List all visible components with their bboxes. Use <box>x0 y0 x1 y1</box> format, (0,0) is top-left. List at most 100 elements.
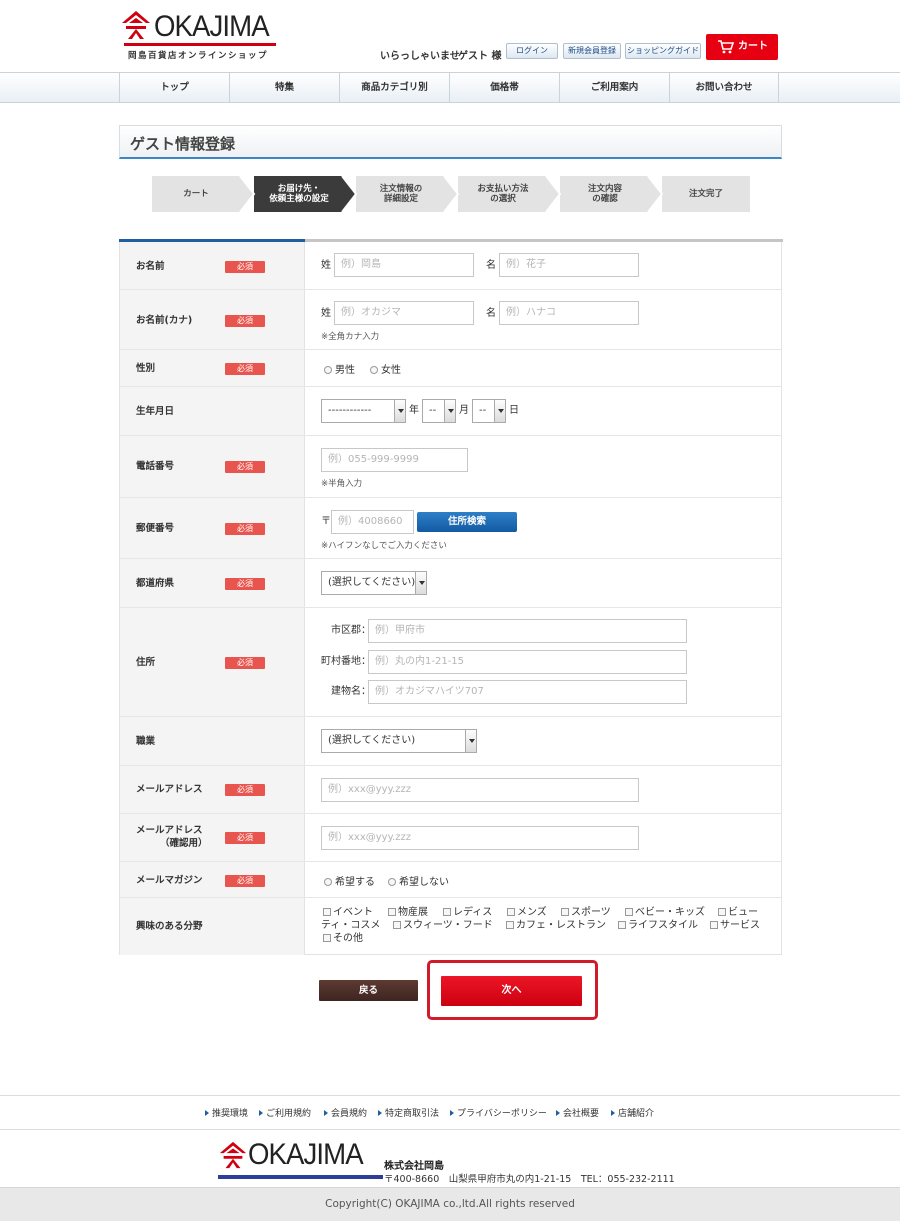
zip-input[interactable]: 例）4008660 <box>331 510 414 534</box>
checkbox-label: イベント <box>333 907 373 918</box>
register-button[interactable]: 新規会員登録 <box>563 43 621 59</box>
required-badge: 必須 <box>225 657 265 669</box>
footer-logo-text: OKAJIMA <box>248 1138 364 1171</box>
mei-label: 名 <box>486 260 496 271</box>
last-name-input[interactable]: 例）岡島 <box>334 253 474 277</box>
footer-link-environment[interactable]: 推奨環境 <box>205 1106 248 1119</box>
step-delivery: お届け先・ 依頼主様の設定 <box>254 176 344 212</box>
label-prefecture: 都道府県 <box>136 578 175 589</box>
kana-note: ※全角カナ入力 <box>321 332 380 342</box>
label-email-confirm-sub: （確認用） <box>160 838 208 849</box>
footer-link-terms[interactable]: ご利用規約 <box>259 1106 311 1119</box>
next-button[interactable]: 次へ <box>441 976 582 1006</box>
prefecture-select[interactable]: (選択してください) <box>321 571 427 595</box>
row-address: 住所 必須 市区郡： 例）甲府市 町村番地： 例）丸の内1-21-15 建物名：… <box>120 608 781 717</box>
interest-ladies-checkbox[interactable]: レディス <box>443 906 492 919</box>
link-label: 推奨環境 <box>212 1109 249 1119</box>
footer-link-stores[interactable]: 店舗紹介 <box>611 1106 654 1119</box>
select-value: -- <box>479 405 487 416</box>
nav-item-guide[interactable]: ご利用案内 <box>559 73 669 102</box>
chevron-down-icon <box>494 400 505 422</box>
town-input[interactable]: 例）丸の内1-21-15 <box>368 650 687 674</box>
checkbox-icon <box>388 908 396 916</box>
magazine-no-radio[interactable]: 希望しない <box>388 873 449 888</box>
email-confirm-input[interactable]: 例）xxx@yyy.zzz <box>321 826 639 850</box>
row-gender: 性別 必須 男性 女性 <box>120 350 781 387</box>
radio-icon <box>388 878 396 886</box>
interest-mens-checkbox[interactable]: メンズ <box>507 906 547 919</box>
gender-female-radio[interactable]: 女性 <box>370 361 401 376</box>
nav-item-categories[interactable]: 商品カテゴリ別 <box>339 73 449 102</box>
nav-item-contact[interactable]: お問い合わせ <box>669 73 779 102</box>
interest-event-checkbox[interactable]: イベント <box>323 906 373 919</box>
checkbox-icon <box>561 908 569 916</box>
page-title: ゲスト情報登録 <box>130 135 236 153</box>
nav-item-features[interactable]: 特集 <box>229 73 339 102</box>
select-value: (選択してください) <box>328 577 416 588</box>
required-badge: 必須 <box>225 784 265 796</box>
job-select[interactable]: (選択してください) <box>321 729 477 753</box>
nav-item-top[interactable]: トップ <box>119 73 229 102</box>
checkout-steps: カート お届け先・ 依頼主様の設定 注文情報の 詳細設定 お支払い方法 の選択 … <box>152 176 752 212</box>
checkbox-icon <box>323 908 331 916</box>
site-logo[interactable]: OKAJIMA 岡島百貨店オンラインショップ <box>120 10 280 61</box>
interest-bussan-checkbox[interactable]: 物産展 <box>388 906 428 919</box>
interest-sports-checkbox[interactable]: スポーツ <box>561 906 611 919</box>
checkbox-label: 物産展 <box>398 907 428 918</box>
guest-info-form: お名前 必須 姓 例）岡島 名 例）花子 お名前(カナ) 必須 姓 例）オカジマ… <box>119 239 783 955</box>
footer-link-tokutei[interactable]: 特定商取引法 <box>378 1106 439 1119</box>
label-email-confirm: メールアドレス <box>136 824 203 837</box>
okajima-logo-mark-icon <box>122 11 150 39</box>
address-search-button[interactable]: 住所検索 <box>417 512 517 532</box>
radio-label: 男性 <box>335 365 355 376</box>
building-input[interactable]: 例）オカジマハイツ707 <box>368 680 687 704</box>
row-birth: 生年月日 ------------ 年 -- 月 -- 日 <box>120 387 781 436</box>
interest-baby-kids-checkbox[interactable]: ベビー・キッズ <box>625 906 705 919</box>
gender-male-radio[interactable]: 男性 <box>324 361 355 376</box>
interest-other-checkbox[interactable]: その他 <box>323 932 363 945</box>
interest-cafe-checkbox[interactable]: カフェ・レストラン <box>506 919 606 932</box>
first-name-kana-input[interactable]: 例）ハナコ <box>499 301 639 325</box>
footer-company-name: 株式会社岡島 <box>384 1161 444 1172</box>
phone-input[interactable]: 例）055-999-9999 <box>321 448 468 472</box>
birth-month-select[interactable]: -- <box>422 399 456 423</box>
cart-button[interactable]: カート <box>706 34 778 60</box>
step-label: お支払い方法 の選択 <box>477 184 529 204</box>
interest-sweets-checkbox[interactable]: スウィーツ・フード <box>393 919 493 932</box>
footer-link-privacy[interactable]: プライバシーポリシー <box>450 1106 547 1119</box>
required-badge: 必須 <box>225 261 265 273</box>
birth-day-select[interactable]: -- <box>472 399 506 423</box>
first-name-input[interactable]: 例）花子 <box>499 253 639 277</box>
radio-label: 希望する <box>335 877 375 888</box>
magazine-yes-radio[interactable]: 希望する <box>324 873 375 888</box>
label-name: お名前 <box>136 261 165 272</box>
login-button[interactable]: ログイン <box>506 43 558 59</box>
label-phone: 電話番号 <box>136 461 175 472</box>
last-name-kana-input[interactable]: 例）オカジマ <box>334 301 474 325</box>
footer-logo: OKAJIMA <box>218 1140 383 1182</box>
logo-subtitle: 岡島百貨店オンラインショップ <box>128 51 269 61</box>
interest-beauty-continued: ティ・コスメ <box>321 920 381 931</box>
interest-beauty-checkbox[interactable]: ビュー <box>718 906 758 919</box>
footer-link-member-terms[interactable]: 会員規約 <box>324 1106 367 1119</box>
checkbox-icon <box>443 908 451 916</box>
triangle-right-icon <box>259 1110 263 1116</box>
interest-lifestyle-checkbox[interactable]: ライフスタイル <box>618 919 698 932</box>
row-kana: お名前(カナ) 必須 姓 例）オカジマ 名 例）ハナコ ※全角カナ入力 <box>120 290 781 350</box>
email-input[interactable]: 例）xxx@yyy.zzz <box>321 778 639 802</box>
checkbox-icon <box>323 934 331 942</box>
row-prefecture: 都道府県 必須 (選択してください) <box>120 559 781 608</box>
checkbox-icon <box>710 921 718 929</box>
birth-year-select[interactable]: ------------ <box>321 399 406 423</box>
nav-item-price[interactable]: 価格帯 <box>449 73 559 102</box>
back-button[interactable]: 戻る <box>319 980 418 1001</box>
interest-service-checkbox[interactable]: サービス <box>710 919 760 932</box>
footer-logo-bar <box>218 1175 383 1179</box>
footer-link-company[interactable]: 会社概要 <box>556 1106 599 1119</box>
sei-kana-label: 姓 <box>321 308 331 319</box>
row-name: お名前 必須 姓 例）岡島 名 例）花子 <box>120 242 781 290</box>
city-input[interactable]: 例）甲府市 <box>368 619 687 643</box>
label-birth: 生年月日 <box>136 406 175 417</box>
step-cart: カート <box>152 176 240 212</box>
shopping-guide-button[interactable]: ショッピングガイド <box>625 43 701 59</box>
